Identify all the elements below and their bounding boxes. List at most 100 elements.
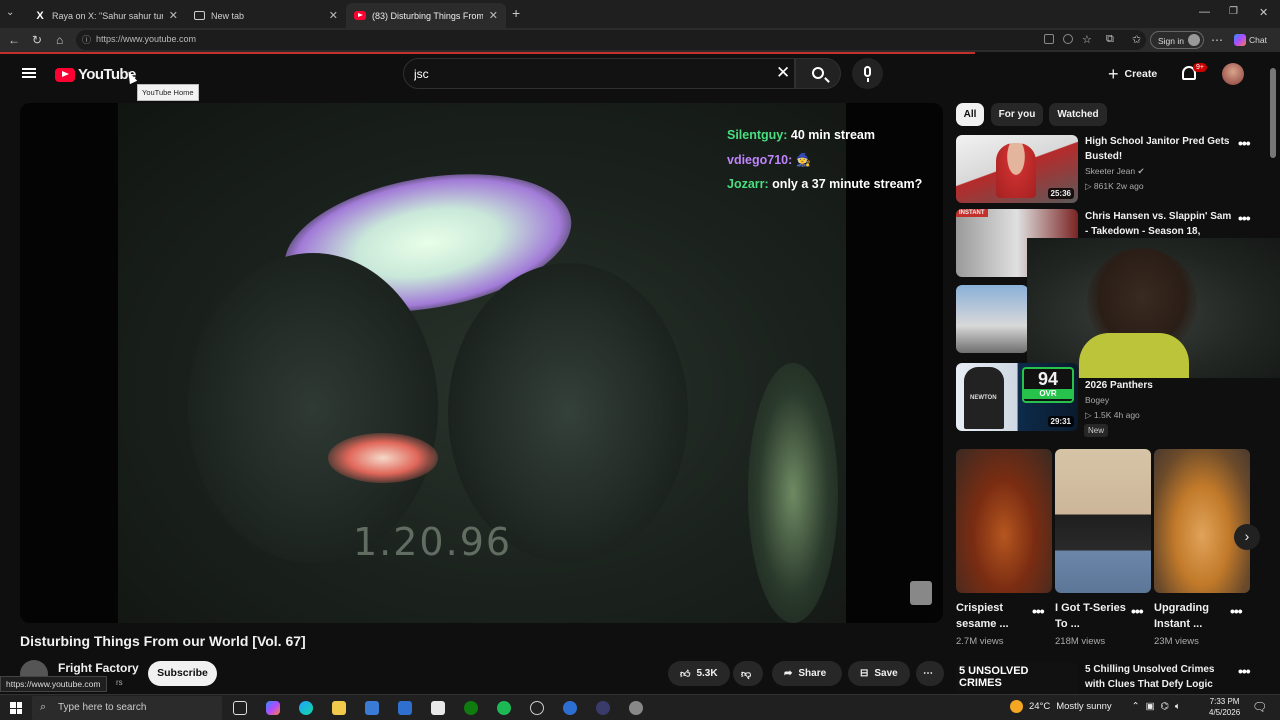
copilot-icon[interactable]: [266, 701, 280, 715]
favorites-icon[interactable]: ✩: [1132, 33, 1141, 46]
sign-in-button[interactable]: Sign in: [1150, 31, 1204, 49]
extensions-icon[interactable]: ⧉: [1106, 33, 1114, 46]
zoom-icon[interactable]: [1063, 34, 1073, 44]
close-tab-icon[interactable]: ✕: [489, 9, 498, 22]
short-title[interactable]: Crispiest sesame ...: [956, 600, 1028, 632]
more-options-icon[interactable]: •••: [1238, 210, 1251, 226]
tray-app-icon[interactable]: ▣: [1146, 701, 1155, 712]
recommendation-title[interactable]: High School Janitor Pred Gets Busted!: [1085, 134, 1235, 164]
weather-temp[interactable]: 24°C: [1029, 701, 1050, 712]
channel-watermark[interactable]: [910, 581, 932, 605]
recommendation-thumbnail[interactable]: NEWTON 94 OVR 29:31: [956, 363, 1078, 431]
more-actions-button[interactable]: ⋯: [916, 661, 944, 686]
home-icon[interactable]: ⌂: [56, 33, 63, 47]
taskbar-search-box[interactable]: ⌕ Type here to search: [32, 696, 222, 720]
volume-icon[interactable]: 🔈︎: [1175, 701, 1181, 712]
dislike-button[interactable]: 👎︎: [733, 661, 763, 686]
reload-icon[interactable]: ↻: [32, 33, 42, 47]
xbox-icon[interactable]: [464, 701, 478, 715]
obs-icon[interactable]: [530, 701, 544, 715]
edge-browser-icon[interactable]: [299, 701, 313, 715]
app-available-icon[interactable]: [1044, 34, 1054, 44]
more-options-icon[interactable]: •••: [1238, 663, 1251, 679]
rating-label: OVR: [1024, 389, 1072, 399]
app-icon[interactable]: [563, 701, 577, 715]
recommendation-thumbnail[interactable]: 25:36: [956, 135, 1078, 203]
more-options-icon[interactable]: •••: [1032, 603, 1045, 619]
shorts-next-chevron-icon[interactable]: ›: [1234, 524, 1260, 550]
save-label: Save: [874, 668, 898, 679]
tab-youtube[interactable]: (83) Disturbing Things From our W ✕: [346, 3, 506, 28]
network-icon[interactable]: ⌬: [1161, 701, 1169, 712]
clear-search-icon[interactable]: ✕: [776, 63, 790, 83]
recommendation-title[interactable]: 5 Chilling Unsolved Crimes with Clues Th…: [1085, 662, 1235, 692]
tab-x-raya[interactable]: X Raya on X: "Sahur sahur tung tung ✕: [26, 3, 186, 28]
close-window-icon[interactable]: ✕: [1259, 6, 1268, 19]
scrollbar-thumb[interactable]: [1270, 68, 1276, 158]
more-menu-icon[interactable]: ⋯: [1211, 33, 1223, 47]
new-tab-plus-icon[interactable]: +: [512, 5, 520, 21]
short-title[interactable]: I Got T-Series To ...: [1055, 600, 1127, 632]
channel-name[interactable]: Fright Factory: [58, 661, 139, 675]
back-icon[interactable]: ←: [8, 33, 20, 47]
save-button[interactable]: ⊟ Save: [848, 661, 910, 686]
recommendation-thumbnail[interactable]: 5 UNSOLVED CRIMES: [956, 663, 1078, 694]
spotify-icon[interactable]: [497, 701, 511, 715]
video-player[interactable]: 1.20.96 Silentguy: 40 min stream vdiego7…: [20, 103, 943, 623]
more-options-icon[interactable]: •••: [1238, 135, 1251, 151]
notepad-icon[interactable]: [431, 701, 445, 715]
like-count: 5.3K: [696, 668, 718, 679]
chip-for-you[interactable]: For you: [991, 103, 1043, 126]
short-title[interactable]: Upgrading Instant ...: [1154, 600, 1226, 632]
minimize-icon[interactable]: —: [1199, 6, 1210, 18]
site-info-icon[interactable]: ⓘ: [82, 33, 91, 46]
windows-taskbar: ⌕ Type here to search 24°C Mostly sunny …: [0, 694, 1280, 720]
tab-new-tab[interactable]: New tab ✕: [186, 3, 346, 28]
subscribe-button[interactable]: Subscribe: [148, 661, 217, 686]
chip-watched[interactable]: Watched: [1049, 103, 1107, 126]
page-scrollbar[interactable]: [1270, 60, 1276, 660]
share-button[interactable]: ➦ Share: [772, 661, 842, 686]
app-icon[interactable]: [596, 701, 610, 715]
voice-search-button[interactable]: [852, 58, 883, 89]
account-avatar[interactable]: [1222, 63, 1244, 85]
menu-hamburger-icon[interactable]: [22, 68, 36, 78]
close-tab-icon[interactable]: ✕: [329, 9, 338, 22]
more-options-icon[interactable]: •••: [1230, 603, 1243, 619]
short-thumbnail[interactable]: [956, 449, 1052, 593]
search-input[interactable]: [414, 65, 754, 83]
windows-start-icon[interactable]: [10, 702, 22, 714]
short-thumbnail[interactable]: [1055, 449, 1151, 593]
recommendation-title[interactable]: 2026 Panthers: [1085, 378, 1235, 393]
short-thumbnail[interactable]: [1154, 449, 1250, 593]
more-options-icon[interactable]: •••: [1131, 603, 1144, 619]
notification-center-icon[interactable]: 🗨︎: [1252, 700, 1267, 714]
show-hidden-icons-icon[interactable]: ⌃: [1132, 701, 1140, 712]
mail-icon[interactable]: [398, 701, 412, 715]
channel-name: Skeeter Jean: [1085, 166, 1136, 176]
favorite-star-icon[interactable]: ☆: [1082, 33, 1092, 46]
restore-icon[interactable]: ❐: [1229, 6, 1238, 17]
app-icon[interactable]: [629, 701, 643, 715]
address-bar[interactable]: ⓘ https://www.youtube.com: [76, 30, 1146, 50]
profile-avatar-icon: [1188, 34, 1200, 46]
file-explorer-icon[interactable]: [332, 701, 346, 715]
search-button[interactable]: [795, 58, 841, 89]
copilot-chat-button[interactable]: Chat: [1234, 34, 1267, 46]
like-button[interactable]: 👍︎ 5.3K: [668, 661, 730, 686]
weather-description[interactable]: Mostly sunny: [1056, 701, 1111, 712]
x-logo-icon: X: [36, 9, 44, 22]
youtube-logo[interactable]: YouTube: [55, 66, 136, 83]
close-tab-icon[interactable]: ✕: [169, 9, 178, 22]
chip-all[interactable]: All: [956, 103, 984, 126]
search-box[interactable]: [403, 58, 795, 89]
create-button[interactable]: + Create: [1100, 60, 1168, 88]
task-view-icon[interactable]: [233, 701, 247, 715]
recommendation-thumbnail[interactable]: [956, 285, 1028, 353]
thumbs-up-icon: 👍︎: [680, 668, 691, 680]
store-icon[interactable]: [365, 701, 379, 715]
newtab-icon: [194, 11, 205, 20]
tab-list-chevron-icon[interactable]: ⌄: [6, 7, 14, 18]
facecam-shirt: [1079, 333, 1189, 378]
taskbar-clock[interactable]: 7:33 PM 4/5/2026: [1209, 696, 1240, 718]
